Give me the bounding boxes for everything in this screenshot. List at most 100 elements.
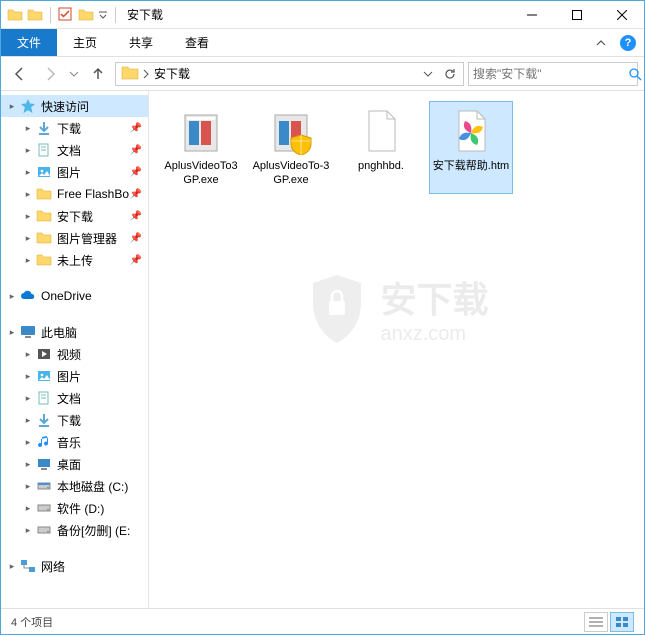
sidebar-item-label: 视频 — [57, 346, 81, 363]
sidebar-item[interactable]: ▸ 图片 — [1, 365, 148, 387]
sidebar-item-label: 此电脑 — [41, 324, 77, 341]
content-pane[interactable]: AplusVideoTo3GP.exe AplusVideoTo-3GP.exe p… — [149, 91, 644, 608]
watermark-sub: anxz.com — [380, 323, 488, 346]
chevron-right-icon[interactable]: ▸ — [21, 209, 35, 223]
sidebar-item[interactable]: ▸ 视频 — [1, 343, 148, 365]
folder-icon — [7, 7, 23, 23]
chevron-right-icon[interactable]: ▸ — [21, 479, 35, 493]
search-input[interactable] — [473, 67, 628, 81]
qat-folder-icon[interactable] — [27, 7, 43, 23]
sidebar-item[interactable]: ▸ 音乐 — [1, 431, 148, 453]
file-item[interactable]: 安下载帮助.htm — [429, 101, 513, 194]
sidebar-item-label: 图片 — [57, 164, 81, 181]
chevron-right-icon[interactable]: ▸ — [5, 289, 19, 303]
sidebar-item[interactable]: ▸文档📌 — [1, 139, 148, 161]
qat-folder2-icon[interactable] — [78, 7, 94, 23]
sidebar-item[interactable]: ▸备份[勿删] (E: — [1, 519, 148, 541]
sidebar-item-label: 图片 — [57, 368, 81, 385]
icons-view-button[interactable] — [610, 612, 634, 632]
pin-icon: 📌 — [130, 233, 142, 244]
file-label: AplusVideoTo-3GP.exe — [251, 159, 331, 188]
sidebar-item[interactable]: ▸桌面 — [1, 453, 148, 475]
sidebar-item-label: 图片管理器 — [57, 230, 117, 247]
sidebar-item-label: 下载 — [57, 120, 81, 137]
sidebar-item[interactable]: ▸下载 — [1, 409, 148, 431]
ribbon-expand-icon[interactable] — [596, 38, 606, 48]
maximize-button[interactable] — [554, 1, 599, 29]
details-view-button[interactable] — [584, 612, 608, 632]
chevron-right-icon[interactable]: ▸ — [21, 391, 35, 405]
pc-icon — [19, 324, 37, 340]
sidebar-quick-access[interactable]: ▸ 快速访问 — [1, 95, 148, 117]
pin-icon: 📌 — [130, 255, 142, 266]
sidebar-item-label: OneDrive — [41, 289, 92, 303]
sidebar-item[interactable]: ▸未上传📌 — [1, 249, 148, 271]
chevron-right-icon[interactable]: ▸ — [21, 121, 35, 135]
chevron-right-icon[interactable]: ▸ — [5, 325, 19, 339]
tab-file[interactable]: 文件 — [1, 29, 57, 56]
chevron-right-icon[interactable]: ▸ — [21, 523, 35, 537]
chevron-right-icon[interactable]: ▸ — [21, 143, 35, 157]
chevron-right-icon[interactable]: ▸ — [21, 369, 35, 383]
file-label: AplusVideoTo3GP.exe — [161, 159, 241, 188]
file-icon — [177, 107, 225, 155]
back-button[interactable] — [7, 61, 33, 87]
sidebar-item[interactable]: ▸本地磁盘 (C:) — [1, 475, 148, 497]
separator — [115, 7, 116, 23]
chevron-right-icon[interactable]: ▸ — [21, 457, 35, 471]
chevron-right-icon[interactable]: ▸ — [21, 187, 35, 201]
sidebar-item[interactable]: ▸Free FlashBo📌 — [1, 183, 148, 205]
file-label: pnghhbd. — [358, 159, 404, 173]
sidebar-item[interactable]: ▸安下载📌 — [1, 205, 148, 227]
sidebar-item[interactable]: ▸文档 — [1, 387, 148, 409]
sidebar-item-label: 快速访问 — [41, 98, 89, 115]
file-item[interactable]: AplusVideoTo-3GP.exe — [249, 101, 333, 194]
chevron-right-icon[interactable]: ▸ — [5, 559, 19, 573]
chevron-right-icon[interactable]: ▸ — [21, 413, 35, 427]
file-item[interactable]: pnghhbd. — [339, 101, 423, 194]
sidebar-item[interactable]: ▸下载📌 — [1, 117, 148, 139]
address-dropdown-icon[interactable] — [417, 63, 439, 85]
search-icon[interactable] — [628, 67, 642, 81]
chevron-right-icon[interactable]: ▸ — [21, 165, 35, 179]
documents-icon — [35, 390, 53, 406]
sidebar-item-label: 音乐 — [57, 434, 81, 451]
sidebar-item[interactable]: ▸ 图片管理器 📌 — [1, 227, 148, 249]
chevron-right-icon[interactable]: ▸ — [21, 435, 35, 449]
address-text: 安下载 — [150, 65, 417, 82]
sidebar-onedrive[interactable]: ▸ OneDrive — [1, 285, 148, 307]
address-bar[interactable]: 安下载 — [115, 62, 464, 86]
pin-icon: 📌 — [130, 145, 142, 156]
sidebar-this-pc[interactable]: ▸ 此电脑 — [1, 321, 148, 343]
qat-check-icon[interactable] — [58, 7, 74, 23]
chevron-right-icon[interactable]: ▸ — [21, 253, 35, 267]
refresh-icon[interactable] — [439, 63, 461, 85]
forward-button[interactable] — [37, 61, 63, 87]
file-item[interactable]: AplusVideoTo3GP.exe — [159, 101, 243, 194]
qat-dropdown-icon[interactable] — [98, 10, 108, 20]
view-switcher — [584, 612, 634, 632]
sidebar-item[interactable]: ▸软件 (D:) — [1, 497, 148, 519]
sidebar-item-label: Free FlashBo — [57, 187, 129, 201]
search-box[interactable] — [468, 62, 638, 86]
sidebar-item[interactable]: ▸图片📌 — [1, 161, 148, 183]
file-icon — [267, 107, 315, 155]
titlebar-left: 安下载 — [1, 6, 169, 23]
sidebar-network[interactable]: ▸ 网络 — [1, 555, 148, 577]
tab-share[interactable]: 共享 — [113, 29, 169, 56]
up-button[interactable] — [85, 61, 111, 87]
drive-c-icon — [35, 478, 53, 494]
sidebar: ▸ 快速访问 ▸下载📌▸文档📌▸图片📌▸Free FlashBo📌▸安下载📌▸图… — [1, 91, 149, 608]
chevron-right-icon[interactable] — [142, 69, 150, 79]
recent-dropdown-icon[interactable] — [67, 61, 81, 87]
close-button[interactable] — [599, 1, 644, 29]
chevron-right-icon[interactable]: ▸ — [21, 231, 35, 245]
chevron-right-icon[interactable]: ▸ — [21, 347, 35, 361]
tab-view[interactable]: 查看 — [169, 29, 225, 56]
chevron-right-icon[interactable]: ▸ — [21, 501, 35, 515]
help-icon[interactable]: ? — [620, 35, 636, 51]
minimize-button[interactable] — [509, 1, 554, 29]
chevron-right-icon[interactable]: ▸ — [5, 99, 19, 113]
tab-home[interactable]: 主页 — [57, 29, 113, 56]
explorer-window: 安下载 文件 主页 共享 查看 ? 安下载 — [0, 0, 645, 635]
